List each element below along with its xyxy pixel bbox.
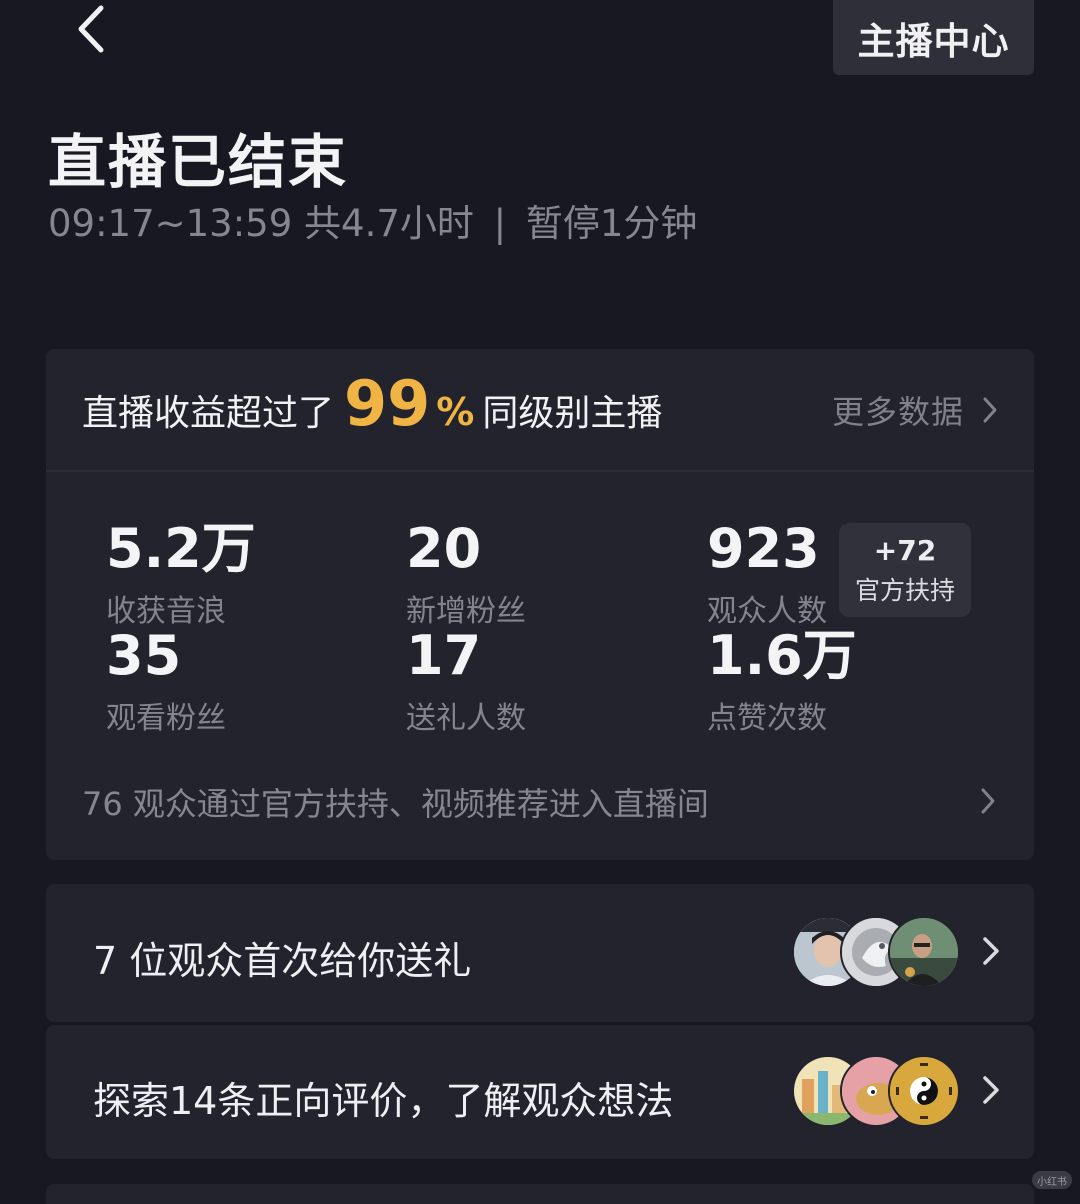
first-gift-text: 7 位观众首次给你送礼 <box>93 939 472 983</box>
stat-viewers: 923 观众人数 <box>707 522 827 630</box>
avatar-group <box>792 1055 960 1127</box>
stat-value: 1.6万 <box>707 624 857 687</box>
first-gift-row[interactable]: 7 位观众首次给你送礼 <box>46 884 1034 1022</box>
stat-follower-viewers: 35 观看粉丝 <box>106 629 226 737</box>
more-data-link[interactable]: 更多数据 <box>832 387 998 433</box>
stat-label: 送礼人数 <box>406 701 526 736</box>
back-button[interactable] <box>66 2 116 56</box>
watermark: 小红书 <box>1032 1171 1072 1189</box>
traffic-source-text: 76 观众通过官方扶持、视频推荐进入直播间 <box>82 785 709 823</box>
rank-prefix: 直播收益超过了 <box>82 393 335 434</box>
rank-percent: 99 <box>344 367 431 440</box>
rank-percent-sign: % <box>436 390 475 434</box>
page-title: 直播已结束 <box>48 128 349 196</box>
pause-duration: 暂停1分钟 <box>525 202 698 245</box>
stat-value: 35 <box>106 624 182 687</box>
official-support-badge: +72 官方扶持 <box>839 523 971 617</box>
more-data-label: 更多数据 <box>831 393 964 431</box>
positive-reviews-row[interactable]: 探索14条正向评价，了解观众想法 <box>46 1025 1034 1159</box>
stat-value: 20 <box>406 517 482 580</box>
rank-row: 直播收益超过了 99 % 同级别主播 更多数据 <box>46 349 1034 472</box>
chevron-right-icon <box>983 397 997 423</box>
badge-label: 官方扶持 <box>854 575 955 605</box>
duration: 共4.7小时 <box>304 202 474 245</box>
live-time-summary: 09:17~13:59 共4.7小时 | 暂停1分钟 <box>48 193 697 247</box>
rank-suffix: 同级别主播 <box>482 393 663 434</box>
stat-label: 点赞次数 <box>707 701 827 736</box>
avatar <box>888 916 960 988</box>
stats-card: 直播收益超过了 99 % 同级别主播 更多数据 5.2万 收获音浪 20 新增粉… <box>46 349 1034 860</box>
stat-gifters: 17 送礼人数 <box>406 629 526 737</box>
traffic-source-row[interactable]: 76 观众通过官方扶持、视频推荐进入直播间 <box>46 771 1034 831</box>
badge-value: +72 <box>873 533 937 567</box>
rank-text: 直播收益超过了 99 % 同级别主播 <box>82 373 662 436</box>
chevron-left-icon <box>78 5 104 53</box>
anchor-center-button[interactable]: 主播中心 <box>833 0 1034 75</box>
stat-value: 17 <box>406 624 482 687</box>
stat-value: 923 <box>707 517 820 580</box>
stat-likes: 1.6万 点赞次数 <box>707 629 857 737</box>
positive-reviews-text: 探索14条正向评价，了解观众想法 <box>93 1079 674 1123</box>
chevron-right-icon <box>983 937 999 965</box>
chevron-right-icon <box>981 788 995 814</box>
stat-sound-waves: 5.2万 收获音浪 <box>106 522 256 630</box>
stat-value: 5.2万 <box>106 517 256 580</box>
avatar-group <box>792 916 960 988</box>
chevron-right-icon <box>983 1076 999 1104</box>
stat-new-followers: 20 新增粉丝 <box>406 522 526 630</box>
avatar <box>888 1055 960 1127</box>
next-card-edge <box>46 1184 1034 1204</box>
separator: | <box>493 202 507 245</box>
time-range: 09:17~13:59 <box>48 202 293 245</box>
stat-label: 观看粉丝 <box>106 701 226 736</box>
